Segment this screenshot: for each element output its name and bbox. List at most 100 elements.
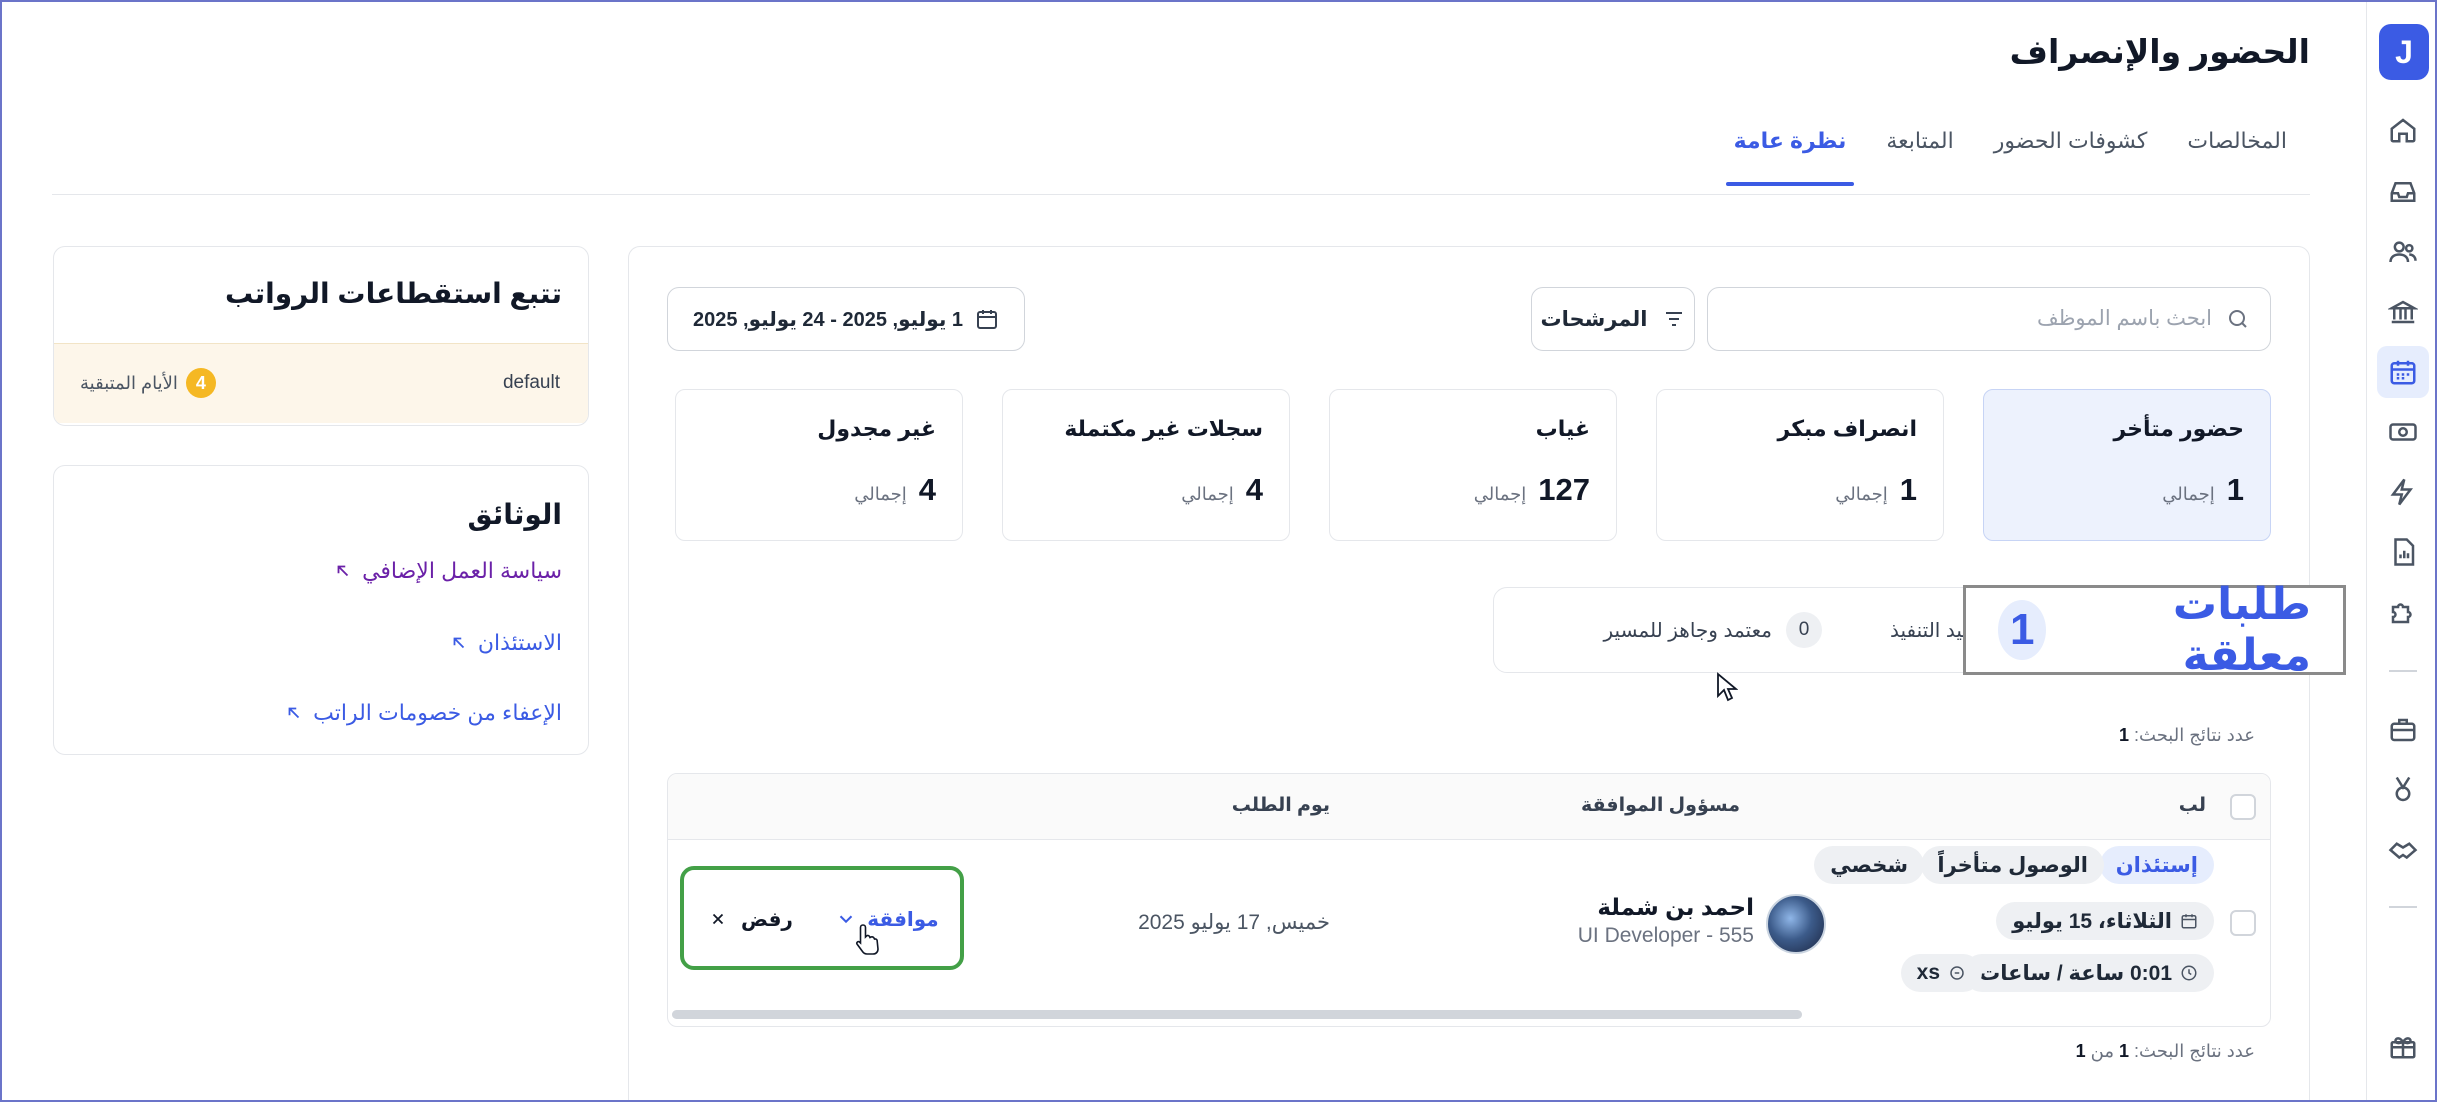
results-count-top: عدد نتائج البحث: 1 — [2118, 725, 2255, 745]
table-row: إستئذان الوصول متأخراً شخصي الثلاثاء، 15… — [668, 840, 2270, 1008]
stat-value: 127 — [1538, 472, 1590, 507]
request-size-tag: xs — [1900, 954, 1982, 992]
tabs-divider — [52, 194, 2310, 195]
payroll-policy-row: default 4 الأيام المتبقية — [54, 343, 588, 423]
tab-bar: نظرة عامة المتابعة كشوفات الحضور المخالص… — [1725, 128, 2287, 186]
header-request-day: يوم الطلب — [1231, 795, 1330, 816]
approver-name: احمد بن شملة — [1597, 894, 1754, 920]
medal-icon[interactable] — [2377, 764, 2429, 816]
filter-icon — [1665, 312, 1682, 326]
pending-requests-callout: طلبات معلقة 1 — [1963, 580, 2346, 680]
money-icon[interactable] — [2377, 406, 2429, 458]
hand-pointer-icon — [856, 924, 879, 955]
status-filter-approved[interactable]: معتمد وجاهز للمسير — [1604, 618, 1772, 643]
request-date-tag: الثلاثاء، 15 يوليو — [1996, 902, 2214, 940]
stat-unit: إجمالي — [1181, 484, 1234, 504]
puzzle-icon[interactable] — [2377, 586, 2429, 638]
tab-tracking[interactable]: المتابعة — [1886, 128, 1953, 184]
page-title: الحضور والإنصراف — [2009, 33, 2310, 70]
date-range-button[interactable]: 1 يوليو, 2025 - 24 يوليو, 2025 — [667, 287, 1025, 351]
stat-card-absence[interactable]: غياب 127 إجمالي — [1329, 389, 1617, 541]
stat-label: سجلات غير مكتملة — [1064, 416, 1263, 441]
external-link-icon — [288, 707, 300, 719]
tab-settlements[interactable]: المخالصات — [2187, 128, 2287, 184]
stat-value: 4 — [918, 472, 936, 507]
bank-icon[interactable] — [2377, 286, 2429, 338]
pending-requests-label: طلبات معلقة — [2172, 580, 2311, 680]
payroll-card-title: تتبع استقطاعات الرواتب — [224, 278, 562, 309]
request-type-tag: إستئذان — [2099, 846, 2214, 884]
status-filter-in-progress[interactable]: قيد التنفيذ — [1890, 618, 1972, 643]
doc-link-salary-exemption[interactable]: الإعفاء من خصومات الراتب — [285, 700, 562, 726]
date-range-label: 1 يوليو, 2025 - 24 يوليو, 2025 — [692, 308, 964, 331]
briefcase-icon[interactable] — [2377, 704, 2429, 756]
chat-icon — [1950, 966, 1964, 980]
stat-unit: إجمالي — [854, 484, 907, 504]
row-actions-highlight: موافقة رفض — [680, 866, 964, 970]
stat-value: 4 — [1245, 472, 1263, 507]
request-duration-tag: 0:01 ساعة / ساعات — [1963, 954, 2214, 992]
header-request: لب — [2178, 795, 2206, 816]
doc-link-permission[interactable]: الاستئذان — [450, 630, 562, 656]
filters-label: المرشحات — [1540, 307, 1648, 331]
inbox-icon[interactable] — [2377, 166, 2429, 218]
request-day: خميس, 17 يوليو 2025 — [1138, 911, 1330, 934]
calendar-small-icon — [977, 310, 998, 329]
calendar-tiny-icon — [2181, 914, 2197, 929]
handshake-icon[interactable] — [2377, 824, 2429, 876]
home-icon[interactable] — [2377, 104, 2429, 156]
stat-label: غياب — [1535, 416, 1590, 441]
table-header: لب مسؤول الموافقة يوم الطلب — [668, 774, 2270, 840]
stat-card-early-leave[interactable]: انصراف مبكر 1 إجمالي — [1656, 389, 1944, 541]
mouse-pointer-icon — [1717, 672, 1738, 702]
gift-icon[interactable] — [2377, 1020, 2429, 1072]
stat-card-incomplete-records[interactable]: سجلات غير مكتملة 4 إجمالي — [1002, 389, 1290, 541]
stat-value: 1 — [1899, 472, 1917, 507]
close-icon — [712, 913, 724, 925]
tab-attendance-sheets[interactable]: كشوفات الحضور — [1994, 128, 2148, 184]
external-link-icon — [453, 637, 464, 649]
doc-link-overtime-policy[interactable]: سياسة العمل الإضافي — [334, 558, 562, 584]
approver-role: UI Developer - 555 — [1577, 924, 1754, 947]
search-box[interactable] — [1707, 287, 2271, 351]
pending-requests-count: 1 — [1998, 600, 2047, 660]
stat-card-late-arrival[interactable]: حضور متأخر 1 إجمالي — [1983, 389, 2271, 541]
request-reason-tag: الوصول متأخراً — [1921, 846, 2104, 884]
stat-unit: إجمالي — [1835, 484, 1888, 504]
reject-button[interactable]: رفض — [696, 898, 806, 940]
horizontal-scrollbar[interactable] — [672, 1010, 1802, 1019]
remaining-days: 4 الأيام المتبقية — [80, 368, 216, 398]
stat-value: 1 — [2226, 472, 2244, 507]
users-icon[interactable] — [2377, 226, 2429, 278]
stat-card-unscheduled[interactable]: غير مجدول 4 إجمالي — [675, 389, 963, 541]
documents-card-title: الوثائق — [467, 499, 562, 530]
stat-label: انصراف مبكر — [1777, 416, 1917, 441]
search-input[interactable] — [1728, 307, 2212, 331]
app-sidebar: J — [2366, 0, 2437, 1102]
documents-card: الوثائق سياسة العمل الإضافي الاستئذان ال… — [53, 465, 589, 755]
payroll-deductions-card: تتبع استقطاعات الرواتب default 4 الأيام … — [53, 246, 589, 426]
clock-icon — [2181, 965, 2197, 981]
calendar-icon[interactable] — [2377, 346, 2429, 398]
sidebar-divider-2 — [2389, 906, 2417, 908]
header-approver: مسؤول الموافقة — [1580, 795, 1740, 816]
request-category-tag: شخصي — [1814, 846, 1924, 884]
stat-unit: إجمالي — [2162, 484, 2215, 504]
stat-unit: إجمالي — [1473, 484, 1527, 504]
payroll-policy-name: default — [502, 372, 560, 393]
search-icon — [2229, 310, 2247, 328]
sidebar-divider — [2389, 670, 2417, 672]
stat-label: حضور متأخر — [2113, 416, 2244, 441]
select-all-checkbox[interactable] — [2230, 794, 2256, 820]
external-link-icon — [337, 565, 349, 577]
results-count-bottom: عدد نتائج البحث: 1 من 1 — [2075, 1041, 2255, 1061]
approve-button[interactable]: موافقة — [824, 898, 950, 940]
tab-overview[interactable]: نظرة عامة — [1725, 128, 1855, 186]
remaining-days-badge: 4 — [185, 368, 216, 398]
filters-button[interactable]: المرشحات — [1531, 287, 1695, 351]
row-checkbox[interactable] — [2230, 910, 2256, 936]
automation-icon[interactable] — [2377, 466, 2429, 518]
app-logo[interactable]: J — [2379, 24, 2429, 80]
report-icon[interactable] — [2377, 526, 2429, 578]
status-count: 0 — [1785, 612, 1822, 648]
